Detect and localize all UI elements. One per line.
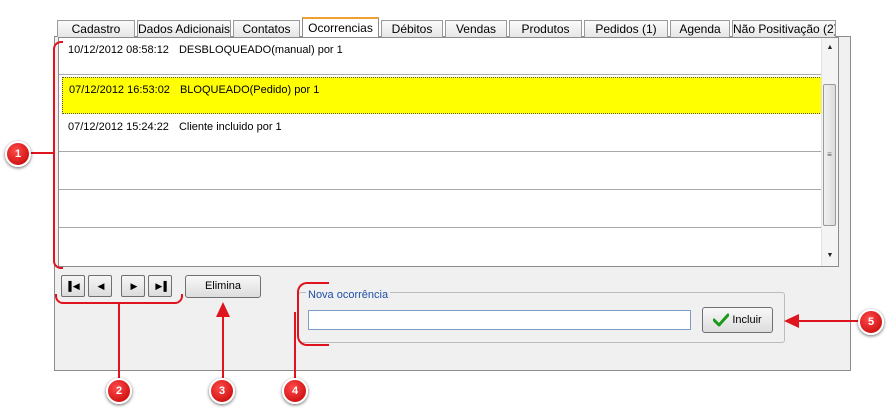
list-item-empty[interactable] [59,153,823,190]
occurrence-timestamp: 10/12/2012 08:58:12 [68,44,169,56]
tab-ocorrencias[interactable]: Ocorrencias [302,17,379,37]
tab-cadastro[interactable]: Cadastro [57,20,135,37]
callout-4-bracket [297,282,329,346]
scroll-thumb[interactable]: ≡ [823,84,836,226]
tab-strip: Cadastro Dados Adicionais Contatos Ocorr… [54,17,854,37]
callout-3-leader [222,316,224,378]
vertical-scrollbar[interactable]: ▲ ≡ ▼ [821,38,838,266]
scroll-up-arrow-icon[interactable]: ▲ [822,40,838,56]
occurrence-text: DESBLOQUEADO(manual) por 1 [178,44,343,56]
callout-3-arrowhead [216,302,230,317]
checkmark-icon [712,313,730,327]
list-item[interactable]: 10/12/2012 08:58:12 DESBLOQUEADO(manual) … [59,38,823,75]
tab-agenda[interactable]: Agenda [670,20,730,37]
occurrence-timestamp: 07/12/2012 16:53:02 [69,84,170,96]
callout-marker-1: 1 [5,141,31,167]
callout-2-leader [118,302,120,380]
list-item-selected[interactable]: 07/12/2012 16:53:02 BLOQUEADO(Pedido) por… [62,77,822,114]
last-record-icon: ▶▐ [155,281,166,291]
tab-nao-positivacao[interactable]: Não Positivação (2) [732,20,836,37]
new-occurrence-input[interactable] [308,310,691,330]
tab-debitos[interactable]: Débitos [381,20,443,37]
occurrence-text: Cliente incluido por 1 [178,121,282,133]
callout-5-leader [798,320,860,322]
callout-1-bracket [53,41,63,269]
list-item[interactable]: 07/12/2012 15:24:22 Cliente incluido por … [59,115,823,152]
tab-dados-adicionais[interactable]: Dados Adicionais [137,20,231,37]
elimina-button[interactable]: Elimina [185,275,261,298]
callout-5-arrowhead [784,314,799,328]
tab-vendas[interactable]: Vendas [445,20,507,37]
occurrence-text: BLOQUEADO(Pedido) por 1 [179,84,320,96]
tab-produtos[interactable]: Produtos [509,20,582,37]
incluir-button[interactable]: Incluir [702,307,773,333]
list-item-empty[interactable] [59,229,823,266]
tab-contatos[interactable]: Contatos [233,20,300,37]
callout-4-leader [294,312,296,378]
callout-1-leader [30,152,54,154]
callout-marker-4: 4 [282,378,308,404]
tab-pedidos[interactable]: Pedidos (1) [584,20,668,37]
callout-marker-3: 3 [209,378,235,404]
occurrence-timestamp: 07/12/2012 15:24:22 [68,121,169,133]
prior-record-icon: ◀ [97,281,105,291]
list-item-empty[interactable] [59,191,823,228]
scroll-down-arrow-icon[interactable]: ▼ [822,248,838,264]
first-record-icon: ▌◀ [68,281,79,291]
callout-marker-5: 5 [858,309,884,335]
callout-marker-2: 2 [106,378,132,404]
occurrences-list[interactable]: 10/12/2012 08:58:12 DESBLOQUEADO(manual) … [58,37,839,267]
next-record-icon: ▶ [130,281,138,291]
incluir-label: Incluir [732,314,762,327]
